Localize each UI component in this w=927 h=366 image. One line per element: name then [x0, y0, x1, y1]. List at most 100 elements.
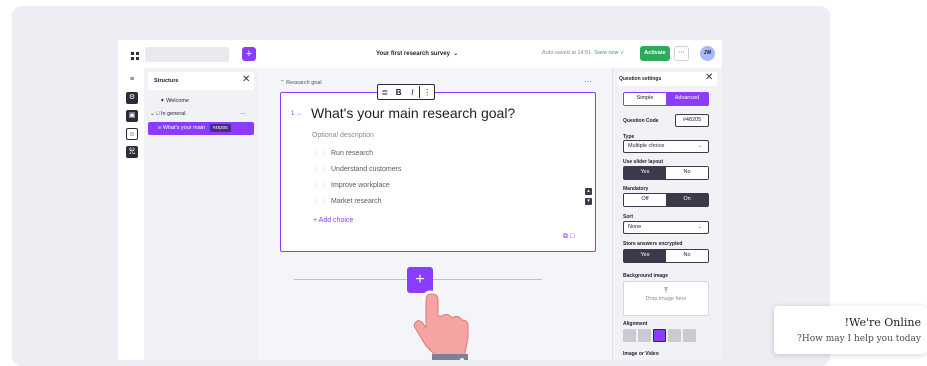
mandatory-label: Mandatory: [623, 186, 649, 192]
dropzone-text: Drop image here: [645, 296, 687, 302]
question-text[interactable]: What's your main research goal?: [311, 105, 515, 121]
simple-mode-button[interactable]: Simple: [624, 93, 666, 105]
background-image-label: Background image: [623, 273, 669, 279]
structure-panel: Structure ✕ ✦ Welcome ⌄ □ In general ···…: [144, 68, 258, 360]
left-rail: ≡ ⚙ ▣ ☺ 兊: [118, 68, 144, 360]
live-chat-widget[interactable]: !We're Online ?How may I help you today: [774, 306, 927, 354]
gear-icon[interactable]: ⚙: [126, 92, 138, 104]
choice-label: Improve workplace: [331, 182, 390, 189]
type-select[interactable]: Multiple choice ⌄: [623, 140, 709, 153]
slider-no-option[interactable]: No: [666, 167, 708, 179]
chevron-down-icon: ⌄: [150, 111, 155, 117]
mandatory-toggle: Off On: [623, 193, 709, 207]
mandatory-off-option[interactable]: Off: [624, 194, 666, 206]
pointing-hand-icon: [413, 290, 469, 360]
question-code-chip: #48205: [209, 123, 231, 132]
alignment-label: Alignment: [623, 321, 648, 327]
description-input[interactable]: Optional description: [312, 132, 374, 139]
trash-icon[interactable]: □: [570, 233, 574, 240]
align-right-option[interactable]: [668, 329, 681, 342]
section-more-button[interactable]: ···: [584, 77, 592, 86]
move-down-icon[interactable]: ▾: [585, 198, 592, 205]
encrypted-toggle: Yes No: [623, 249, 709, 263]
question-editor: ⌃ Research goal ··· ≣ B I ⋮ 1 → What's y…: [258, 68, 612, 360]
choice-label: Market research: [331, 198, 382, 205]
question-code-label: Question Code: [623, 118, 659, 124]
drag-handle-icon[interactable]: ⋮⋮: [313, 182, 327, 189]
structure-item-welcome[interactable]: ✦ Welcome: [148, 95, 254, 108]
move-up-icon[interactable]: ▴: [585, 188, 592, 195]
image-video-label: Image or Video: [623, 351, 659, 357]
chevron-down-icon: ⌄: [697, 224, 702, 230]
chat-title: !We're Online: [844, 316, 921, 329]
toolbar-more-icon[interactable]: ⋮: [420, 88, 434, 97]
section-label-text: Research goal: [286, 80, 322, 86]
design-icon[interactable]: ▣: [126, 110, 138, 122]
check-icon: ✓: [619, 50, 625, 56]
activate-button[interactable]: Activate: [640, 46, 670, 61]
settings-header: Question settings ✕: [617, 72, 717, 86]
align-left-option[interactable]: [623, 329, 636, 342]
list-icon: ≡: [158, 125, 162, 131]
add-button[interactable]: +: [242, 47, 256, 61]
drag-handle-icon[interactable]: ⋮⋮: [313, 166, 327, 173]
more-options-button[interactable]: ···: [674, 46, 689, 61]
sort-select[interactable]: None ⌄: [623, 221, 709, 234]
section-label[interactable]: ⌃ Research goal: [280, 80, 322, 86]
structure-item-label: What's your main: [162, 125, 206, 131]
close-icon[interactable]: ✕: [705, 72, 713, 83]
more-options-icon[interactable]: ···: [240, 108, 246, 121]
mode-toggle: Simple Advanced: [623, 92, 709, 106]
choice-item[interactable]: ⋮⋮ Understand customers: [313, 165, 401, 173]
close-icon[interactable]: ✕: [242, 74, 250, 85]
bold-button[interactable]: B: [392, 88, 406, 97]
duplicate-icon[interactable]: ⧉: [563, 233, 568, 240]
chat-subtitle: ?How may I help you today: [797, 334, 921, 344]
translate-icon[interactable]: 兊: [126, 146, 138, 158]
top-search-field[interactable]: [145, 47, 229, 62]
question-code-input[interactable]: #48205: [675, 114, 709, 127]
choice-item[interactable]: ⋮⋮ Market research: [313, 197, 382, 205]
advanced-mode-button[interactable]: Advanced: [666, 93, 708, 105]
align-full-option[interactable]: [683, 329, 696, 342]
mandatory-on-option[interactable]: On: [666, 194, 708, 206]
add-choice-button[interactable]: + Add choice: [313, 217, 353, 224]
question-settings-panel: Question settings ✕ Simple Advanced Ques…: [612, 68, 722, 360]
align-icon[interactable]: ≣: [378, 88, 392, 97]
save-now-link[interactable]: Save now: [594, 50, 618, 56]
slider-yes-option[interactable]: Yes: [624, 167, 666, 179]
encrypted-no-option[interactable]: No: [666, 250, 708, 262]
sort-select-value: None: [628, 224, 642, 230]
audience-icon[interactable]: ☺: [126, 128, 138, 140]
align-split-option[interactable]: [653, 329, 666, 342]
choice-label: Run research: [331, 150, 374, 157]
align-center-option[interactable]: [638, 329, 651, 342]
structure-item-label: Welcome: [166, 98, 189, 104]
italic-button[interactable]: I: [406, 88, 420, 97]
user-avatar[interactable]: JW: [700, 46, 715, 61]
upload-icon: ⤒: [664, 286, 668, 295]
structure-item-in-general[interactable]: ⌄ □ In general ···: [148, 108, 254, 121]
slider-layout-label: Use slider layout: [623, 159, 664, 165]
drag-handle-icon[interactable]: ⋮⋮: [313, 150, 327, 157]
structure-title: Structure: [154, 78, 179, 84]
apps-grid-icon[interactable]: [131, 52, 139, 60]
sort-label: Sort: [623, 214, 633, 220]
choice-item[interactable]: ⋮⋮ Run research: [313, 149, 373, 157]
choice-label: Understand customers: [331, 166, 402, 173]
outline-icon[interactable]: ≡: [126, 74, 138, 86]
choice-item[interactable]: ⋮⋮ Improve workplace: [313, 181, 390, 189]
encrypted-yes-option[interactable]: Yes: [624, 250, 666, 262]
survey-title: Your first research survey: [376, 51, 450, 57]
alignment-options: [623, 329, 696, 342]
structure-item-question[interactable]: ≡ What's your main #48205: [148, 122, 254, 135]
card-actions: ⧉ □: [563, 233, 574, 241]
survey-title-dropdown[interactable]: Your first research survey ⌄: [376, 50, 458, 57]
encrypted-label: Store answers encrypted: [623, 241, 683, 247]
chevron-down-icon: ⌄: [697, 143, 702, 149]
top-bar: + Your first research survey ⌄ Auto-save…: [118, 40, 722, 68]
question-number: 1 →: [291, 111, 303, 117]
image-dropzone[interactable]: ⤒ Drop image here: [623, 281, 709, 316]
drag-handle-icon[interactable]: ⋮⋮: [313, 198, 327, 205]
question-card[interactable]: ≣ B I ⋮ 1 → What's your main research go…: [280, 84, 596, 252]
